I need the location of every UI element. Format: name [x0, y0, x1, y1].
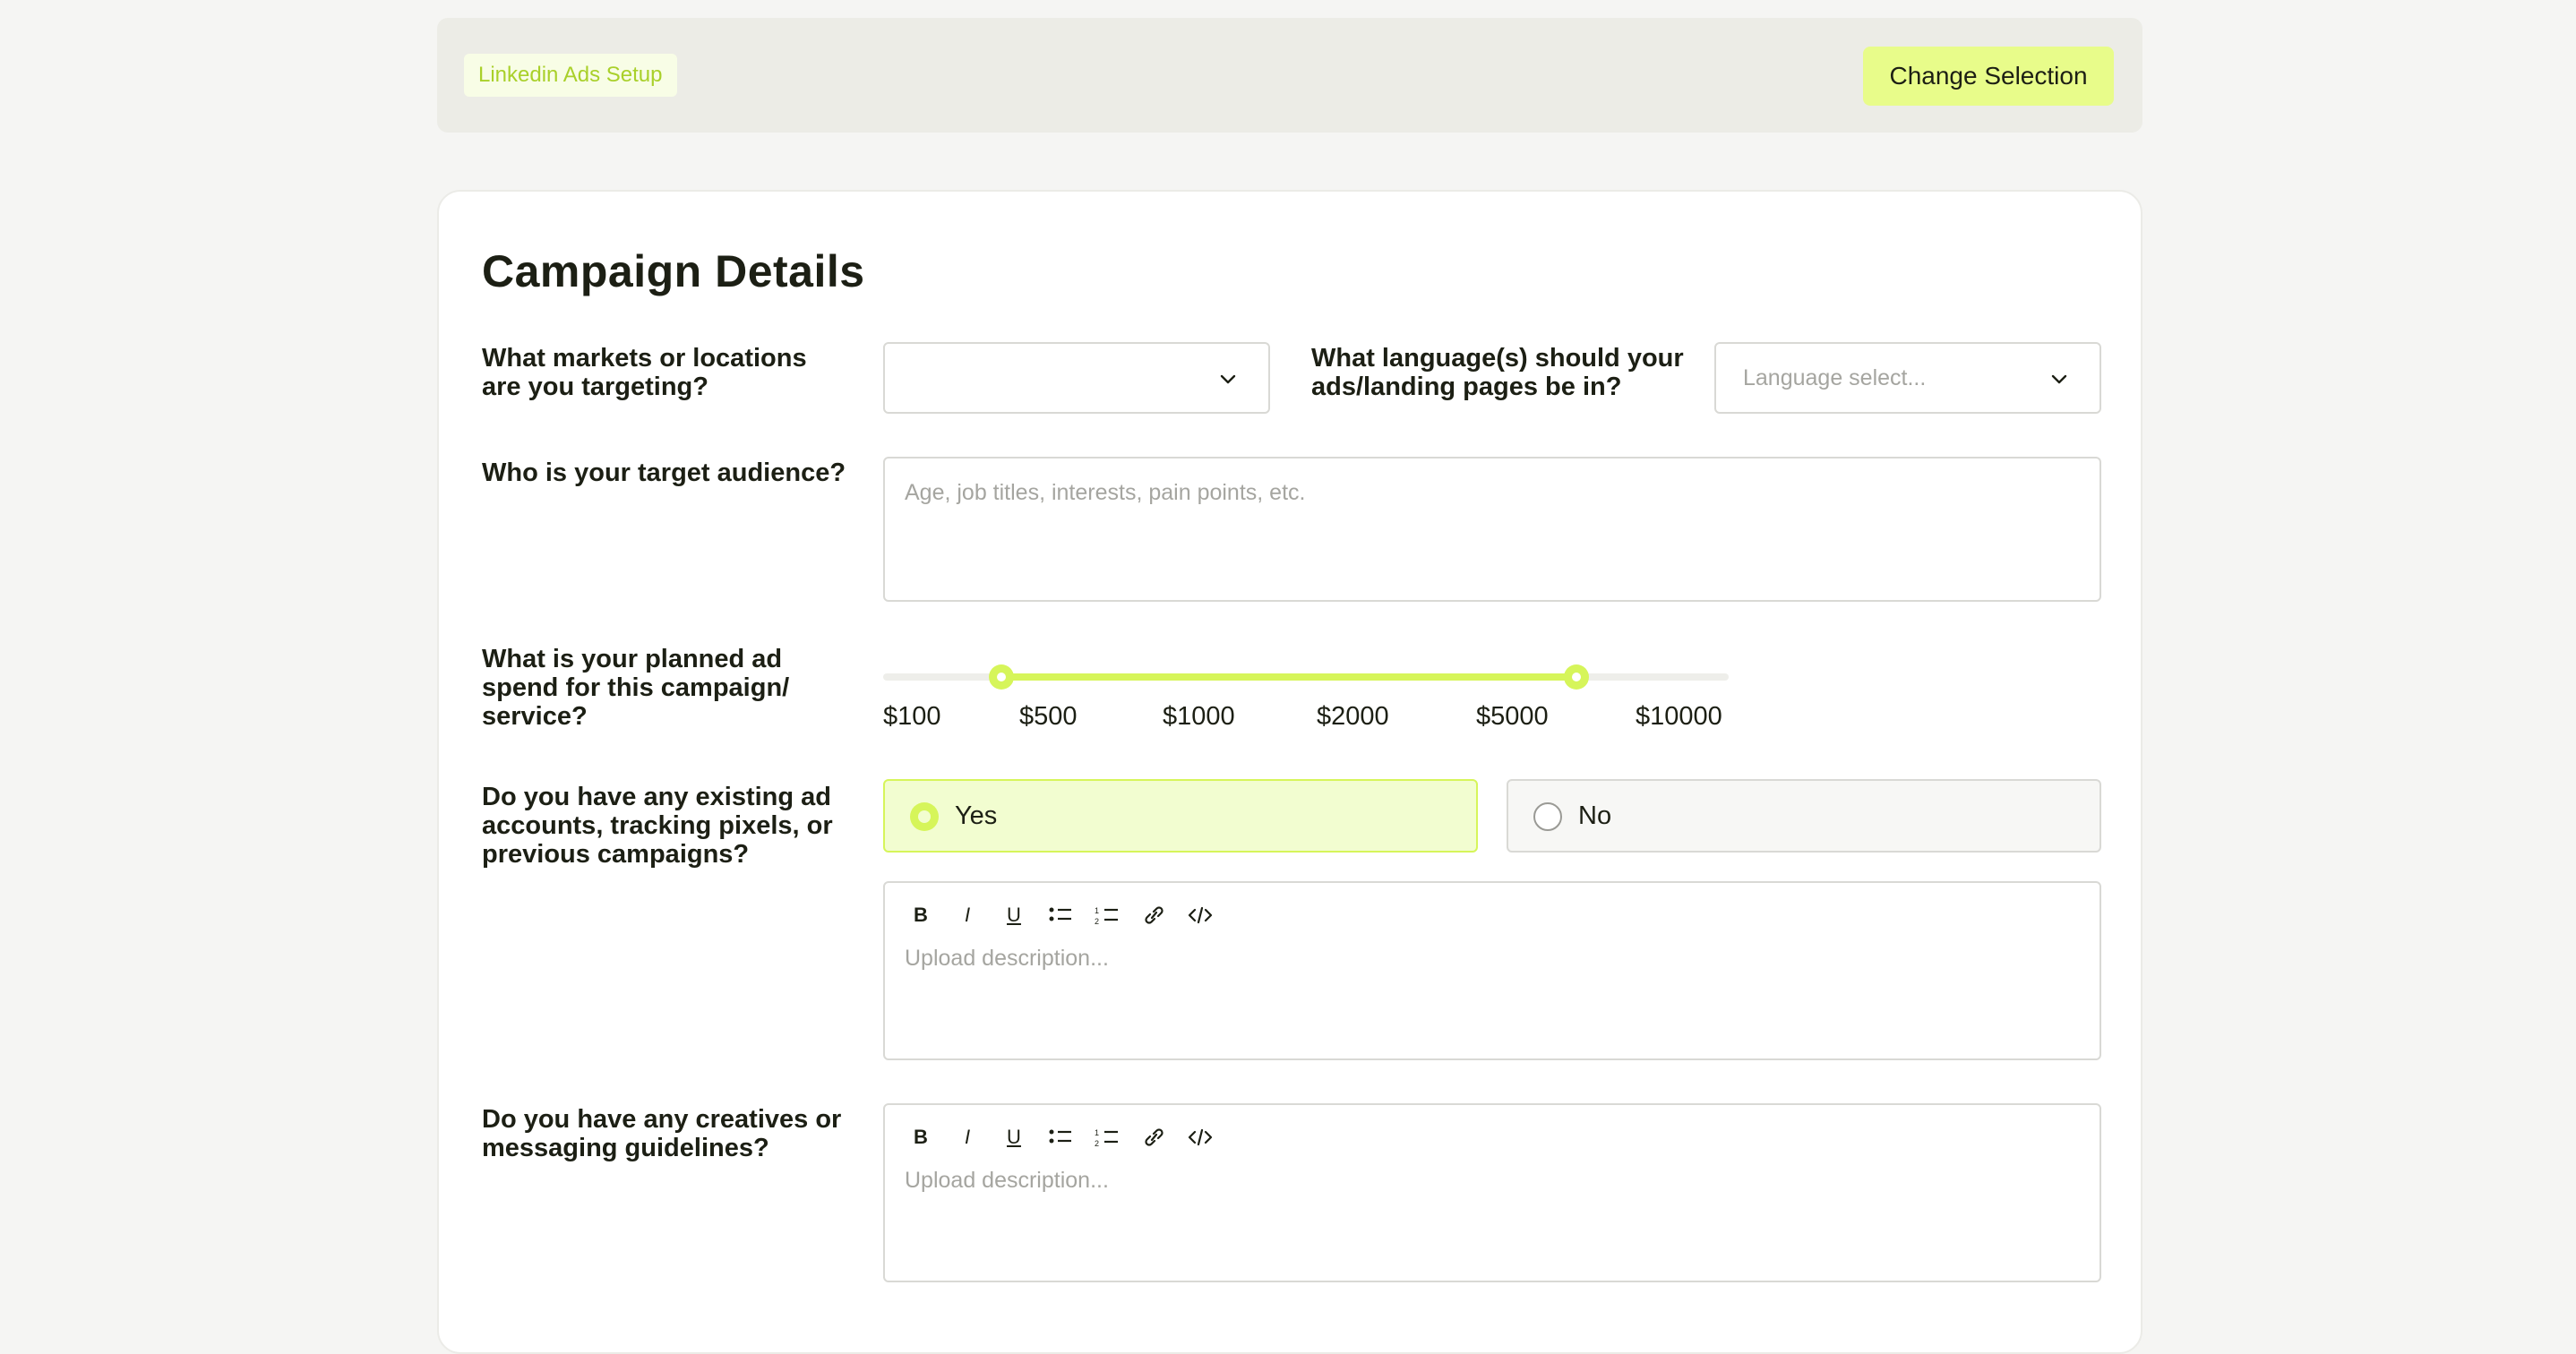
page-title: Campaign Details — [482, 246, 865, 296]
code-icon — [1188, 1128, 1213, 1146]
slider-tick-label: $500 — [1019, 702, 1078, 731]
creatives-label: Do you have any creatives or messaging g… — [482, 1105, 842, 1162]
underline-icon: U — [1007, 1126, 1021, 1148]
italic-button[interactable]: I — [951, 899, 983, 931]
radio-label-no: No — [1578, 801, 1612, 830]
bullet-list-icon — [1049, 1129, 1071, 1144]
slider-thumb-max[interactable] — [1564, 664, 1590, 690]
link-button[interactable] — [1138, 899, 1170, 931]
creatives-editor[interactable]: B I U 12 Upload description... — [883, 1103, 2101, 1282]
language-select-placeholder: Language select... — [1743, 365, 1927, 390]
italic-icon: I — [964, 904, 971, 926]
editor-placeholder: Upload description... — [905, 946, 1109, 971]
radio-selected-icon — [910, 802, 939, 831]
slider-tick-label: $1000 — [1163, 702, 1235, 731]
code-button[interactable] — [1184, 899, 1216, 931]
slider-tick-label: $2000 — [1317, 702, 1389, 731]
link-button[interactable] — [1138, 1121, 1170, 1153]
bold-button[interactable]: B — [905, 899, 937, 931]
italic-button[interactable]: I — [951, 1121, 983, 1153]
svg-text:2: 2 — [1095, 1139, 1099, 1148]
slider-tick-label: $10000 — [1636, 702, 1722, 731]
audience-placeholder: Age, job titles, interests, pain points,… — [905, 480, 1306, 505]
bold-icon: B — [914, 904, 928, 926]
slider-thumb-min[interactable] — [989, 664, 1015, 690]
chevron-down-icon — [2051, 374, 2067, 384]
spend-range-slider[interactable]: $100 $500 $1000 $2000 $5000 $10000 — [883, 659, 1729, 749]
markets-label: What markets or locations are you target… — [482, 344, 807, 401]
existing-accounts-editor[interactable]: B I U 12 Upload description... — [883, 881, 2101, 1060]
svg-text:1: 1 — [1095, 1128, 1099, 1137]
bullet-list-button[interactable] — [1044, 1121, 1077, 1153]
markets-select[interactable] — [883, 342, 1270, 414]
editor-placeholder: Upload description... — [905, 1168, 1109, 1193]
bullet-list-button[interactable] — [1044, 899, 1077, 931]
italic-icon: I — [964, 1126, 971, 1148]
numbered-list-button[interactable]: 12 — [1091, 899, 1123, 931]
numbered-list-icon: 12 — [1095, 906, 1118, 926]
slider-range-fill — [1001, 673, 1577, 681]
campaign-details-card: Campaign Details What markets or locatio… — [437, 190, 2142, 1354]
svg-text:2: 2 — [1095, 917, 1099, 926]
chevron-down-icon — [1220, 374, 1236, 384]
code-button[interactable] — [1184, 1121, 1216, 1153]
change-selection-button[interactable]: Change Selection — [1863, 47, 2114, 106]
radio-unselected-icon — [1533, 802, 1562, 831]
top-bar: Linkedin Ads Setup Change Selection — [437, 18, 2142, 133]
language-label: What language(s) should your ads/landing… — [1311, 344, 1684, 401]
radio-label-yes: Yes — [955, 801, 998, 830]
bold-icon: B — [914, 1126, 928, 1148]
language-select[interactable]: Language select... — [1714, 342, 2101, 414]
underline-icon: U — [1007, 904, 1021, 926]
audience-textarea[interactable]: Age, job titles, interests, pain points,… — [883, 457, 2101, 602]
underline-button[interactable]: U — [998, 1121, 1030, 1153]
bullet-list-icon — [1049, 907, 1071, 921]
audience-label: Who is your target audience? — [482, 458, 846, 487]
code-icon — [1188, 906, 1213, 924]
link-icon — [1145, 906, 1163, 924]
numbered-list-icon: 12 — [1095, 1128, 1118, 1148]
spend-label: What is your planned ad spend for this c… — [482, 645, 790, 731]
slider-tick-label: $5000 — [1476, 702, 1549, 731]
service-tag: Linkedin Ads Setup — [464, 54, 677, 97]
link-icon — [1145, 1128, 1163, 1146]
svg-text:1: 1 — [1095, 906, 1099, 915]
underline-button[interactable]: U — [998, 899, 1030, 931]
numbered-list-button[interactable]: 12 — [1091, 1121, 1123, 1153]
existing-accounts-label: Do you have any existing ad accounts, tr… — [482, 783, 833, 869]
radio-option-yes[interactable]: Yes — [883, 779, 1478, 853]
radio-option-no[interactable]: No — [1507, 779, 2101, 853]
bold-button[interactable]: B — [905, 1121, 937, 1153]
slider-tick-label: $100 — [883, 702, 941, 731]
